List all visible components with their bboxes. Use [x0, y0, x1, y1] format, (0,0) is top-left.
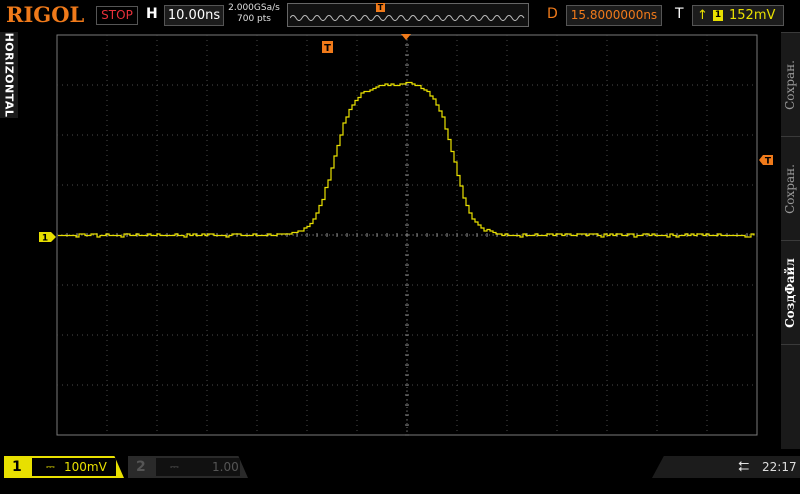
svg-text:T: T — [765, 157, 772, 167]
channel1-settings[interactable]: 1 ⎓ 100mV — [4, 456, 124, 478]
softkey-empty[interactable] — [781, 344, 800, 449]
softkey-menu: Сохран. Сохран. СоздФайл — [781, 32, 800, 449]
horizontal-center-marker — [401, 34, 411, 40]
system-status: ⮄ 22:17 — [652, 456, 800, 478]
channel1-scale: 100mV — [64, 460, 107, 474]
svg-text:1: 1 — [42, 234, 48, 244]
channel2-settings[interactable]: 2 ⎓ 1.00 V — [128, 456, 248, 478]
softkey-label: Сохран. — [783, 60, 797, 110]
waveform-display[interactable]: T 1 T — [0, 0, 800, 452]
channel1-info: ⎓ 100mV — [32, 458, 116, 476]
svg-text:T: T — [324, 43, 331, 54]
trigger-position-marker: T — [322, 41, 333, 54]
channel1-trace — [58, 81, 755, 238]
channel1-number: 1 — [12, 459, 22, 475]
channel1-ground-marker[interactable]: 1 — [39, 232, 56, 244]
dc-coupling-icon: ⎓ — [170, 460, 179, 473]
clock: 22:17 — [762, 460, 797, 474]
softkey-save-2[interactable]: Сохран. — [781, 136, 800, 241]
dc-coupling-icon: ⎓ — [46, 460, 55, 473]
softkey-label: СоздФайл — [783, 258, 797, 328]
usb-icon: ⮄ — [738, 459, 750, 475]
trigger-level-marker[interactable]: T — [759, 155, 773, 167]
softkey-save-1[interactable]: Сохран. — [781, 32, 800, 137]
channel2-scale: 1.00 V — [212, 460, 239, 492]
softkey-create-file[interactable]: СоздФайл — [781, 240, 800, 345]
softkey-label: Сохран. — [783, 164, 797, 214]
channel2-info: ⎓ 1.00 V — [156, 458, 240, 476]
channel2-number: 2 — [136, 459, 146, 475]
bottom-status-bar: 1 ⎓ 100mV 2 ⎓ 1.00 V ⮄ 22:17 — [0, 452, 800, 480]
